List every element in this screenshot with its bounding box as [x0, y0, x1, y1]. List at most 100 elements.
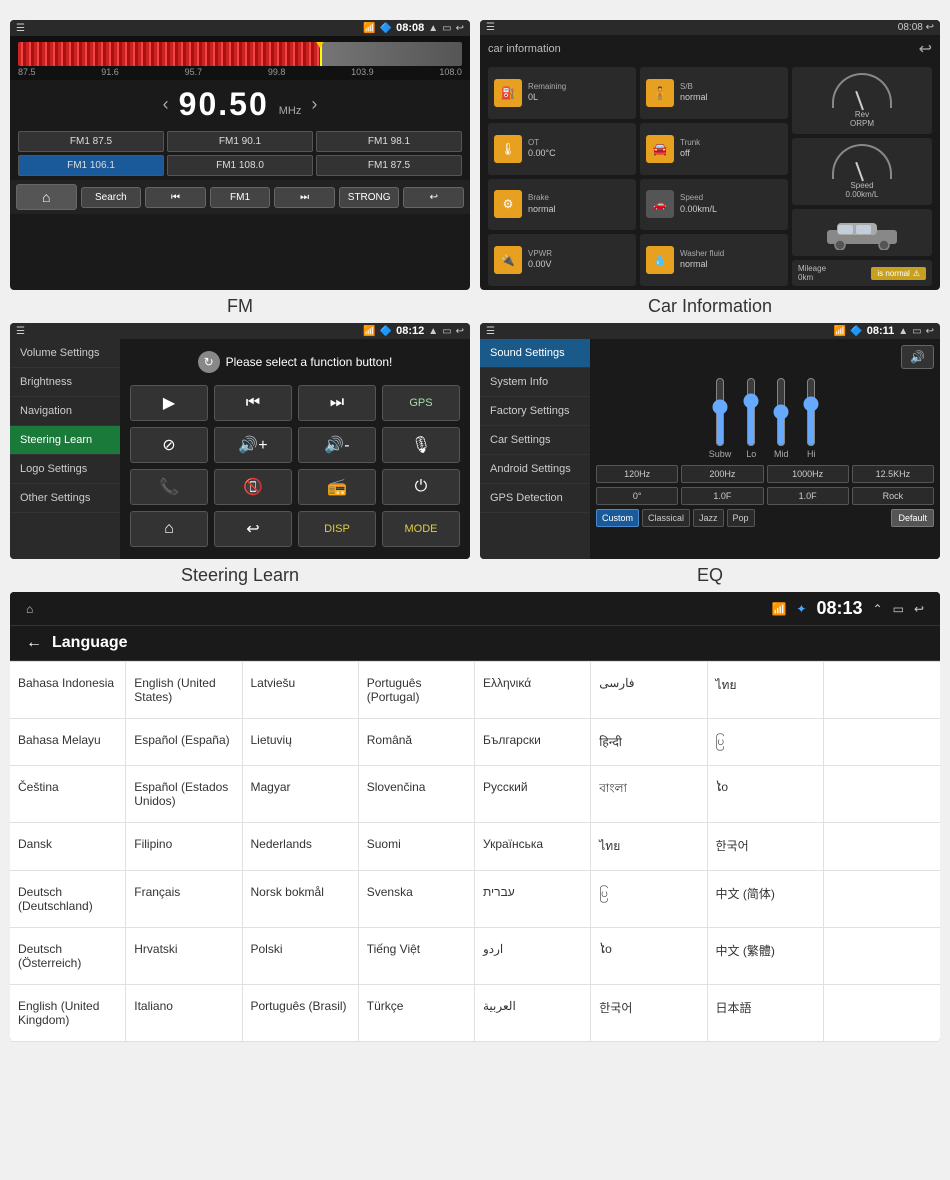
- lang-myanmar-2[interactable]: ပြ: [591, 871, 707, 928]
- eq-freq-12500[interactable]: 12.5KHz: [852, 465, 934, 483]
- lang-greek[interactable]: Ελληνικά: [475, 662, 591, 719]
- steer-btn-mute[interactable]: ⊘: [130, 427, 208, 463]
- lang-bahasa-indonesia[interactable]: Bahasa Indonesia: [10, 662, 126, 719]
- lang-arabic[interactable]: العربية: [475, 985, 591, 1042]
- eq-sidebar-car[interactable]: Car Settings: [480, 426, 590, 455]
- preset-3[interactable]: FM1 98.1: [316, 131, 462, 152]
- lang-bengali[interactable]: বাংলা: [591, 766, 707, 823]
- lang-danish[interactable]: Dansk: [10, 823, 126, 871]
- steer-btn-home[interactable]: ⌂: [130, 511, 208, 547]
- eq-preset-custom[interactable]: Custom: [596, 509, 639, 527]
- preset-1[interactable]: FM1 87.5: [18, 131, 164, 152]
- lang-korean-2[interactable]: 한국어: [591, 985, 707, 1042]
- eq-phase-0[interactable]: 0°: [596, 487, 678, 505]
- steer-btn-call[interactable]: 📞: [130, 469, 208, 505]
- fm-strong-btn[interactable]: STRONG: [339, 187, 400, 208]
- fm-band-btn[interactable]: FM1: [210, 187, 271, 208]
- eq-sidebar-factory[interactable]: Factory Settings: [480, 397, 590, 426]
- eq-sidebar-android[interactable]: Android Settings: [480, 455, 590, 484]
- steer-btn-next[interactable]: ⏭: [298, 385, 376, 421]
- eq-sidebar-gps[interactable]: GPS Detection: [480, 484, 590, 513]
- eq-preset-classical[interactable]: Classical: [642, 509, 690, 527]
- lang-finnish[interactable]: Suomi: [359, 823, 475, 871]
- lang-slovak[interactable]: Slovenčina: [359, 766, 475, 823]
- lang-myanmar-1[interactable]: ပြ: [708, 719, 824, 766]
- lang-spanish-es[interactable]: Español (España): [126, 719, 242, 766]
- eq-freq-200[interactable]: 200Hz: [681, 465, 763, 483]
- sidebar-item-brightness[interactable]: Brightness: [10, 368, 120, 397]
- fm-home-btn[interactable]: ⌂: [16, 184, 77, 210]
- lang-urdu[interactable]: اردو: [475, 928, 591, 985]
- eq-phase-1f-1[interactable]: 1.0F: [681, 487, 763, 505]
- lang-russian[interactable]: Русский: [475, 766, 591, 823]
- lang-lithuanian[interactable]: Lietuvių: [243, 719, 359, 766]
- steer-btn-mic[interactable]: 🎙: [382, 427, 460, 463]
- steer-btn-vol-down[interactable]: 🔊-: [298, 427, 376, 463]
- eq-slider-hi-input[interactable]: [801, 377, 821, 447]
- lang-filipino[interactable]: Filipino: [126, 823, 242, 871]
- sidebar-item-steering-learn[interactable]: Steering Learn: [10, 426, 120, 455]
- lang-chinese-traditional[interactable]: 中文 (繁體): [708, 928, 824, 985]
- eq-speaker-btn[interactable]: 🔊: [901, 345, 934, 369]
- steer-btn-disp[interactable]: DISP: [298, 511, 376, 547]
- fm-prev-btn[interactable]: ⏮: [145, 187, 206, 208]
- fm-back-btn[interactable]: ↩: [403, 187, 464, 208]
- lang-english-uk[interactable]: English (United Kingdom): [10, 985, 126, 1042]
- lang-chinese-simplified[interactable]: 中文 (简体): [708, 871, 824, 928]
- eq-preset-jazz[interactable]: Jazz: [693, 509, 724, 527]
- steer-btn-gps[interactable]: GPS: [382, 385, 460, 421]
- lang-portuguese-br[interactable]: Português (Brasil): [243, 985, 359, 1042]
- steer-btn-vol-up[interactable]: 🔊+: [214, 427, 292, 463]
- eq-slider-subw-input[interactable]: [710, 377, 730, 447]
- lang-thai-2[interactable]: ไทย: [591, 823, 707, 871]
- lang-thai-1[interactable]: ไทย: [708, 662, 824, 719]
- eq-default-btn[interactable]: Default: [891, 509, 934, 527]
- lang-ukrainian[interactable]: Українська: [475, 823, 591, 871]
- steer-btn-back[interactable]: ↩: [214, 511, 292, 547]
- lang-german-at[interactable]: Deutsch (Österreich): [10, 928, 126, 985]
- preset-6[interactable]: FM1 87.5: [316, 155, 462, 176]
- lang-czech[interactable]: Čeština: [10, 766, 126, 823]
- fm-next-btn[interactable]: ⏭: [274, 187, 335, 208]
- lang-back-btn[interactable]: ←: [26, 634, 42, 652]
- lang-portuguese-pt[interactable]: Português (Portugal): [359, 662, 475, 719]
- lang-french[interactable]: Français: [126, 871, 242, 928]
- lang-spanish-us[interactable]: Español (Estados Unidos): [126, 766, 242, 823]
- eq-sidebar-system[interactable]: System Info: [480, 368, 590, 397]
- lang-hungarian[interactable]: Magyar: [243, 766, 359, 823]
- lang-lao[interactable]: ໄo: [708, 766, 824, 823]
- sidebar-item-logo[interactable]: Logo Settings: [10, 455, 120, 484]
- lang-german-de[interactable]: Deutsch (Deutschland): [10, 871, 126, 928]
- eq-phase-rock[interactable]: Rock: [852, 487, 934, 505]
- car-back-btn[interactable]: ↩: [919, 39, 932, 59]
- sidebar-item-volume[interactable]: Volume Settings: [10, 339, 120, 368]
- steer-btn-play[interactable]: ▶: [130, 385, 208, 421]
- preset-5[interactable]: FM1 108.0: [167, 155, 313, 176]
- steer-btn-hangup[interactable]: 📵: [214, 469, 292, 505]
- lang-norwegian[interactable]: Norsk bokmål: [243, 871, 359, 928]
- lang-turkish[interactable]: Türkçe: [359, 985, 475, 1042]
- preset-2[interactable]: FM1 90.1: [167, 131, 313, 152]
- steer-btn-prev[interactable]: ⏮: [214, 385, 292, 421]
- lang-bahasa-melayu[interactable]: Bahasa Melayu: [10, 719, 126, 766]
- lang-vietnamese[interactable]: Tiếng Việt: [359, 928, 475, 985]
- eq-freq-120[interactable]: 120Hz: [596, 465, 678, 483]
- sidebar-item-navigation[interactable]: Navigation: [10, 397, 120, 426]
- refresh-icon[interactable]: ↻: [198, 351, 220, 373]
- steer-btn-mode[interactable]: MODE: [382, 511, 460, 547]
- freq-up-btn[interactable]: ›: [311, 94, 317, 115]
- lang-bulgarian[interactable]: Български: [475, 719, 591, 766]
- lang-farsi[interactable]: فارسی: [591, 662, 707, 719]
- lang-latviesu[interactable]: Latviešu: [243, 662, 359, 719]
- eq-sidebar-sound[interactable]: Sound Settings: [480, 339, 590, 368]
- lang-hebrew[interactable]: עברית: [475, 871, 591, 928]
- fm-search-btn[interactable]: Search: [81, 187, 142, 208]
- steer-btn-radio[interactable]: 📻: [298, 469, 376, 505]
- lang-romanian[interactable]: Română: [359, 719, 475, 766]
- eq-preset-pop[interactable]: Pop: [727, 509, 755, 527]
- preset-4[interactable]: FM1 106.1: [18, 155, 164, 176]
- freq-down-btn[interactable]: ‹: [163, 94, 169, 115]
- eq-freq-1000[interactable]: 1000Hz: [767, 465, 849, 483]
- lang-polish[interactable]: Polski: [243, 928, 359, 985]
- lang-italian[interactable]: Italiano: [126, 985, 242, 1042]
